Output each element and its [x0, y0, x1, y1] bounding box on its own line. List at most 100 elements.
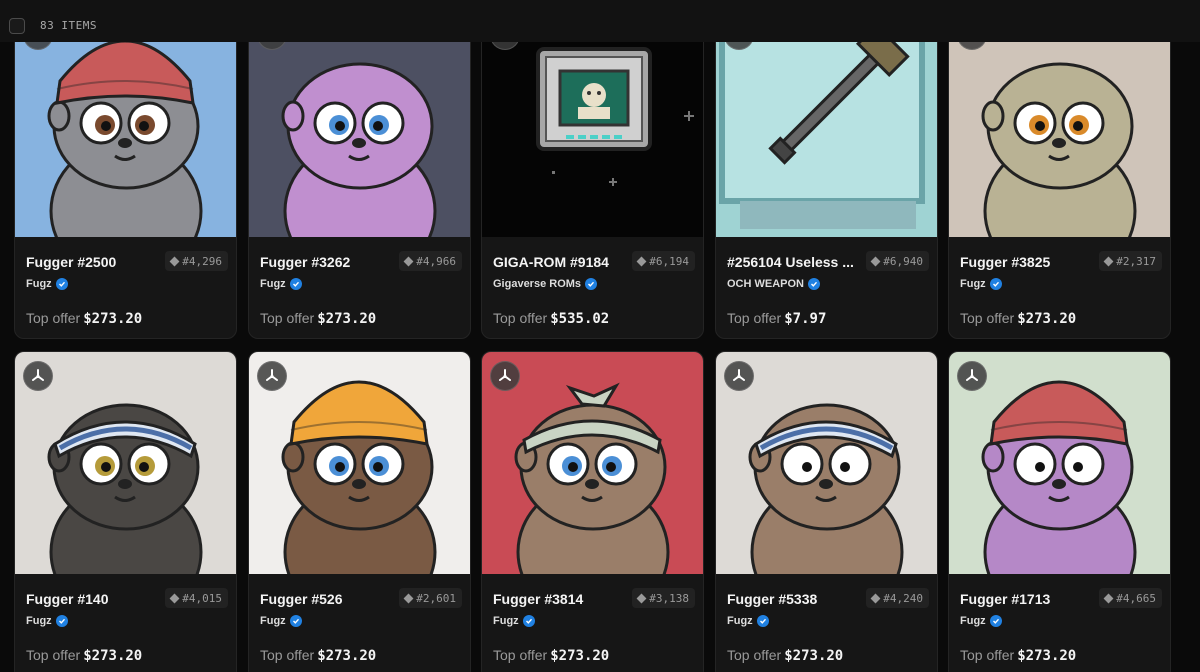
verified-icon — [585, 278, 598, 290]
toolbar: 83 ITEMS — [0, 0, 1200, 42]
nft-image[interactable] — [15, 11, 236, 237]
top-offer-value: $273.20 — [317, 648, 377, 664]
top-offer: Top offer $273.20 — [26, 647, 142, 664]
nft-image[interactable] — [249, 352, 470, 574]
nft-image[interactable] — [949, 11, 1170, 237]
rarity-rank: #3,138 — [632, 588, 695, 608]
rarity-rank-value: #3,138 — [649, 591, 689, 605]
top-offer-label: Top offer — [960, 647, 1015, 663]
rarity-rank: #4,966 — [399, 251, 462, 271]
collection-name[interactable]: Fugz — [727, 615, 769, 627]
collection-label: Fugz — [960, 278, 986, 290]
verified-icon — [808, 278, 820, 290]
collection-label: OCH WEAPON — [727, 278, 804, 290]
diamond-icon — [169, 256, 180, 266]
nft-image[interactable] — [716, 11, 937, 237]
top-offer: Top offer $273.20 — [26, 310, 142, 327]
nft-card[interactable]: Fugger #3825 #2,317 Fugz Top offer $273.2… — [948, 10, 1171, 339]
nft-card[interactable]: #256104 Useless ... #6,940 OCH WEAPON To… — [715, 10, 938, 339]
nft-title[interactable]: Fugger #140 — [26, 591, 154, 607]
diamond-icon — [636, 256, 647, 266]
nft-image[interactable] — [482, 11, 703, 237]
verified-icon — [55, 615, 68, 627]
collection-name[interactable]: Fugz — [493, 615, 535, 627]
verified-icon — [55, 278, 68, 290]
nft-image[interactable] — [949, 352, 1170, 574]
nft-card[interactable]: Fugger #140 #4,015 Fugz Top offer $273.20 — [14, 351, 237, 672]
top-offer: Top offer $273.20 — [960, 647, 1076, 664]
collection-name[interactable]: OCH WEAPON — [727, 278, 820, 290]
collection-name[interactable]: Fugz — [960, 615, 1002, 627]
top-offer-value: $273.20 — [83, 648, 143, 664]
nft-title[interactable]: Fugger #1713 — [960, 591, 1088, 607]
rarity-rank-value: #4,665 — [1116, 591, 1156, 605]
nft-image[interactable] — [15, 352, 236, 574]
rarity-rank-value: #4,240 — [883, 591, 923, 605]
top-offer-label: Top offer — [727, 310, 782, 326]
rarity-rank: #4,296 — [165, 251, 228, 271]
collection-label: Fugz — [26, 615, 52, 627]
diamond-icon — [636, 593, 647, 603]
nft-card[interactable]: GIGA-ROM #9184 #6,194 Gigaverse ROMs Top… — [481, 10, 704, 339]
nft-card[interactable]: Fugger #3814 #3,138 Fugz Top offer $273.2… — [481, 351, 704, 672]
nft-title[interactable]: Fugger #3262 — [260, 254, 388, 270]
rarity-rank: #2,317 — [1099, 251, 1162, 271]
rarity-rank: #2,601 — [399, 588, 462, 608]
top-offer-value: $273.20 — [550, 648, 610, 664]
select-all-checkbox[interactable] — [9, 18, 25, 34]
rarity-rank: #4,665 — [1099, 588, 1162, 608]
verified-icon — [989, 615, 1002, 627]
rarity-rank-value: #6,940 — [883, 254, 923, 268]
top-offer-label: Top offer — [960, 310, 1015, 326]
verified-icon — [989, 278, 1002, 290]
top-offer-value: $273.20 — [83, 311, 143, 327]
nft-card[interactable]: Fugger #5338 #4,240 Fugz Top offer $273.2… — [715, 351, 938, 672]
top-offer-label: Top offer — [493, 647, 548, 663]
rarity-rank: #4,015 — [165, 588, 228, 608]
diamond-icon — [169, 593, 180, 603]
rarity-rank-value: #4,015 — [182, 591, 222, 605]
top-offer-label: Top offer — [26, 647, 81, 663]
collection-label: Fugz — [260, 278, 286, 290]
rarity-rank-value: #2,601 — [416, 591, 456, 605]
nft-title[interactable]: Fugger #526 — [260, 591, 388, 607]
collection-name[interactable]: Fugz — [260, 615, 302, 627]
nft-title[interactable]: Fugger #2500 — [26, 254, 154, 270]
top-offer: Top offer $273.20 — [727, 647, 843, 664]
rarity-rank-value: #2,317 — [1116, 254, 1156, 268]
collection-name[interactable]: Fugz — [260, 278, 302, 290]
chain-icon — [724, 361, 754, 391]
collection-name[interactable]: Fugz — [960, 278, 1002, 290]
rarity-rank-value: #4,966 — [416, 254, 456, 268]
nft-title[interactable]: GIGA-ROM #9184 — [493, 254, 621, 270]
collection-name[interactable]: Fugz — [26, 615, 68, 627]
chain-icon — [957, 361, 987, 391]
nft-card[interactable]: Fugger #3262 #4,966 Fugz Top offer $273.2… — [248, 10, 471, 339]
rarity-rank-value: #4,296 — [182, 254, 222, 268]
nft-card[interactable]: Fugger #2500 #4,296 Fugz Top offer $273.2… — [14, 10, 237, 339]
verified-icon — [522, 615, 535, 627]
nft-title[interactable]: Fugger #3825 — [960, 254, 1088, 270]
top-offer: Top offer $535.02 — [493, 310, 609, 327]
top-offer-value: $273.20 — [1017, 311, 1077, 327]
rarity-rank: #4,240 — [866, 588, 929, 608]
top-offer: Top offer $7.97 — [727, 310, 826, 327]
top-offer-value: $7.97 — [784, 311, 827, 327]
diamond-icon — [870, 593, 881, 603]
items-count: 83 ITEMS — [40, 19, 97, 32]
nft-image[interactable] — [482, 352, 703, 574]
top-offer-value: $535.02 — [550, 311, 610, 327]
nft-image[interactable] — [716, 352, 937, 574]
collection-label: Fugz — [727, 615, 753, 627]
diamond-icon — [403, 593, 414, 603]
chain-icon — [257, 361, 287, 391]
collection-name[interactable]: Gigaverse ROMs — [493, 278, 598, 290]
nft-title[interactable]: Fugger #5338 — [727, 591, 855, 607]
nft-card[interactable]: Fugger #1713 #4,665 Fugz Top offer $273.2… — [948, 351, 1171, 672]
collection-name[interactable]: Fugz — [26, 278, 68, 290]
top-offer: Top offer $273.20 — [260, 310, 376, 327]
nft-title[interactable]: #256104 Useless ... — [727, 254, 855, 270]
nft-title[interactable]: Fugger #3814 — [493, 591, 621, 607]
nft-image[interactable] — [249, 11, 470, 237]
nft-card[interactable]: Fugger #526 #2,601 Fugz Top offer $273.20 — [248, 351, 471, 672]
